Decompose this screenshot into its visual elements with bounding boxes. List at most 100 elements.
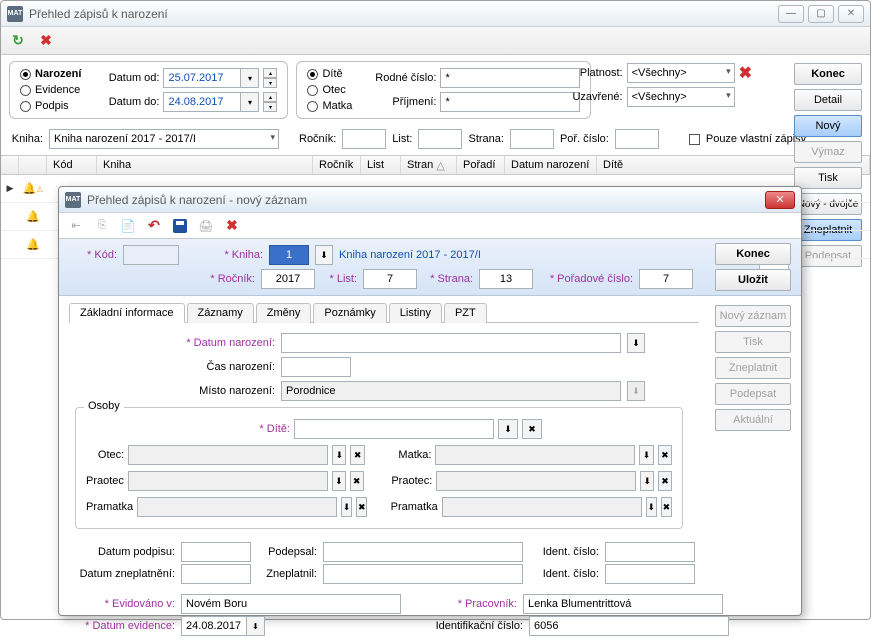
praotec2-input[interactable] [436, 471, 636, 491]
modal-close-button[interactable]: ✕ [765, 191, 795, 209]
konec-button[interactable]: Konec [794, 63, 862, 85]
prijmeni-label: Příjmení: [370, 96, 436, 108]
tab-listiny[interactable]: Listiny [389, 303, 442, 323]
pracovnik-input[interactable]: Lenka Blumentrittová [523, 594, 723, 614]
datum-narozeni-input[interactable] [281, 333, 621, 353]
close-icon[interactable] [35, 30, 57, 52]
modal-konec-button[interactable]: Konec [715, 243, 791, 265]
datum-od-cal-icon[interactable]: ▾ [241, 68, 259, 88]
ident-cislo-input[interactable]: 6056 [529, 616, 729, 636]
spin-up2[interactable]: ▴ [263, 92, 277, 102]
otec-clear-icon[interactable]: ✖ [350, 445, 364, 465]
hdr-list-input[interactable] [363, 269, 417, 289]
modal-ulozit-button[interactable]: Uložit [715, 269, 791, 291]
datum-narozeni-cal-icon[interactable]: ⬇ [627, 333, 645, 353]
dite-input[interactable] [294, 419, 494, 439]
col-datum[interactable]: Datum narození [505, 156, 597, 174]
tab-zmeny[interactable]: Změny [256, 303, 312, 323]
matka-input[interactable] [435, 445, 635, 465]
close-button[interactable] [838, 5, 864, 23]
col-stran[interactable]: Stran △ [401, 156, 457, 174]
tab-zakladni[interactable]: Základní informace [69, 303, 185, 323]
datum-ev-cal-icon[interactable]: ⬇ [247, 616, 265, 636]
pramatka-input[interactable] [137, 497, 337, 517]
detail-button[interactable]: Detail [794, 89, 862, 111]
save-icon[interactable] [169, 215, 191, 237]
radio-matka[interactable]: Matka [307, 100, 352, 112]
misto-input[interactable]: Porodnice [281, 381, 621, 401]
radio-narozeni[interactable]: Narození [20, 68, 81, 80]
matka-lookup-icon[interactable]: ⬇ [639, 445, 653, 465]
hdr-strana-label: * Strana: [423, 273, 473, 285]
hdr-kod-input[interactable] [123, 245, 179, 265]
tab-poznamky[interactable]: Poznámky [313, 303, 386, 323]
hdr-kniha-idx[interactable]: 1 [269, 245, 309, 265]
list-input[interactable] [418, 129, 462, 149]
pramatka2-lookup-icon[interactable]: ⬇ [646, 497, 657, 517]
strana-input[interactable] [510, 129, 554, 149]
spin-down2[interactable]: ▾ [263, 102, 277, 112]
lookup-icon[interactable]: ⬇ [315, 245, 333, 265]
pramatka-lookup-icon[interactable]: ⬇ [341, 497, 352, 517]
datum-do-input[interactable] [163, 92, 241, 112]
ident2-input[interactable] [605, 564, 695, 584]
hdr-rocnik-input[interactable] [261, 269, 315, 289]
maximize-button[interactable]: ▢ [808, 5, 834, 23]
platnost-select[interactable]: <Všechny> [627, 63, 735, 83]
tab-zaznamy[interactable]: Záznamy [187, 303, 254, 323]
radio-evidence[interactable]: Evidence [20, 84, 81, 96]
dite-clear-icon[interactable]: ✖ [522, 419, 542, 439]
matka-clear-icon[interactable]: ✖ [658, 445, 672, 465]
ident1-input[interactable] [605, 542, 695, 562]
pramatka2-clear-icon[interactable]: ✖ [661, 497, 672, 517]
datum-od-input[interactable] [163, 68, 241, 88]
radio-podpis[interactable]: Podpis [20, 100, 81, 112]
evid-v-input[interactable]: Novém Boru [181, 594, 401, 614]
spin-up[interactable]: ▴ [263, 68, 277, 78]
praotec2-lookup-icon[interactable]: ⬇ [640, 471, 654, 491]
modal-close-icon[interactable] [221, 215, 243, 237]
bell-icon: 🔔 [26, 239, 40, 251]
spin-down[interactable]: ▾ [263, 78, 277, 88]
praotec-input[interactable] [128, 471, 328, 491]
otec-lookup-icon[interactable]: ⬇ [332, 445, 346, 465]
col-kod[interactable]: Kód [47, 156, 97, 174]
otec-input[interactable] [128, 445, 328, 465]
praotec-clear-icon[interactable]: ✖ [350, 471, 364, 491]
col-poradi[interactable]: Pořadí [457, 156, 505, 174]
radio-otec[interactable]: Otec [307, 84, 352, 96]
new-icon [117, 215, 139, 237]
undo-icon[interactable] [143, 215, 165, 237]
col-list[interactable]: List [361, 156, 401, 174]
hdr-por-input[interactable] [639, 269, 693, 289]
datum-znepl-input[interactable] [181, 564, 251, 584]
pouze-vlastni-checkbox[interactable] [689, 134, 700, 145]
app-icon: MAT [7, 6, 23, 22]
col-rocnik[interactable]: Ročník [313, 156, 361, 174]
rodne-cislo-input[interactable]: * [440, 68, 580, 88]
dite-lookup-icon[interactable]: ⬇ [498, 419, 518, 439]
datum-do-cal-icon[interactable]: ▾ [241, 92, 259, 112]
hdr-strana-input[interactable] [479, 269, 533, 289]
praotec2-clear-icon[interactable]: ✖ [658, 471, 672, 491]
praotec-lookup-icon[interactable]: ⬇ [332, 471, 346, 491]
por-input[interactable] [615, 129, 659, 149]
rocnik-input[interactable] [342, 129, 386, 149]
zneplatnil-input[interactable] [323, 564, 523, 584]
col-kniha[interactable]: Kniha [97, 156, 313, 174]
uzavrene-select[interactable]: <Všechny> [627, 87, 735, 107]
clear-filter-icon[interactable]: ✖ [739, 63, 752, 83]
prijmeni-input[interactable]: * [440, 92, 580, 112]
tab-pzt[interactable]: PZT [444, 303, 487, 323]
datum-ev-input[interactable]: 24.08.2017 [181, 616, 247, 636]
pramatka-clear-icon[interactable]: ✖ [356, 497, 367, 517]
radio-dite[interactable]: Dítě [307, 68, 352, 80]
pramatka2-input[interactable] [442, 497, 642, 517]
minimize-button[interactable]: — [778, 5, 804, 23]
podepsal-input[interactable] [323, 542, 523, 562]
cas-input[interactable] [281, 357, 351, 377]
refresh-icon[interactable] [7, 30, 29, 52]
kniha-select[interactable]: Kniha narození 2017 - 2017/I [49, 129, 279, 149]
novy-button[interactable]: Nový [794, 115, 862, 137]
datum-podpisu-input[interactable] [181, 542, 251, 562]
